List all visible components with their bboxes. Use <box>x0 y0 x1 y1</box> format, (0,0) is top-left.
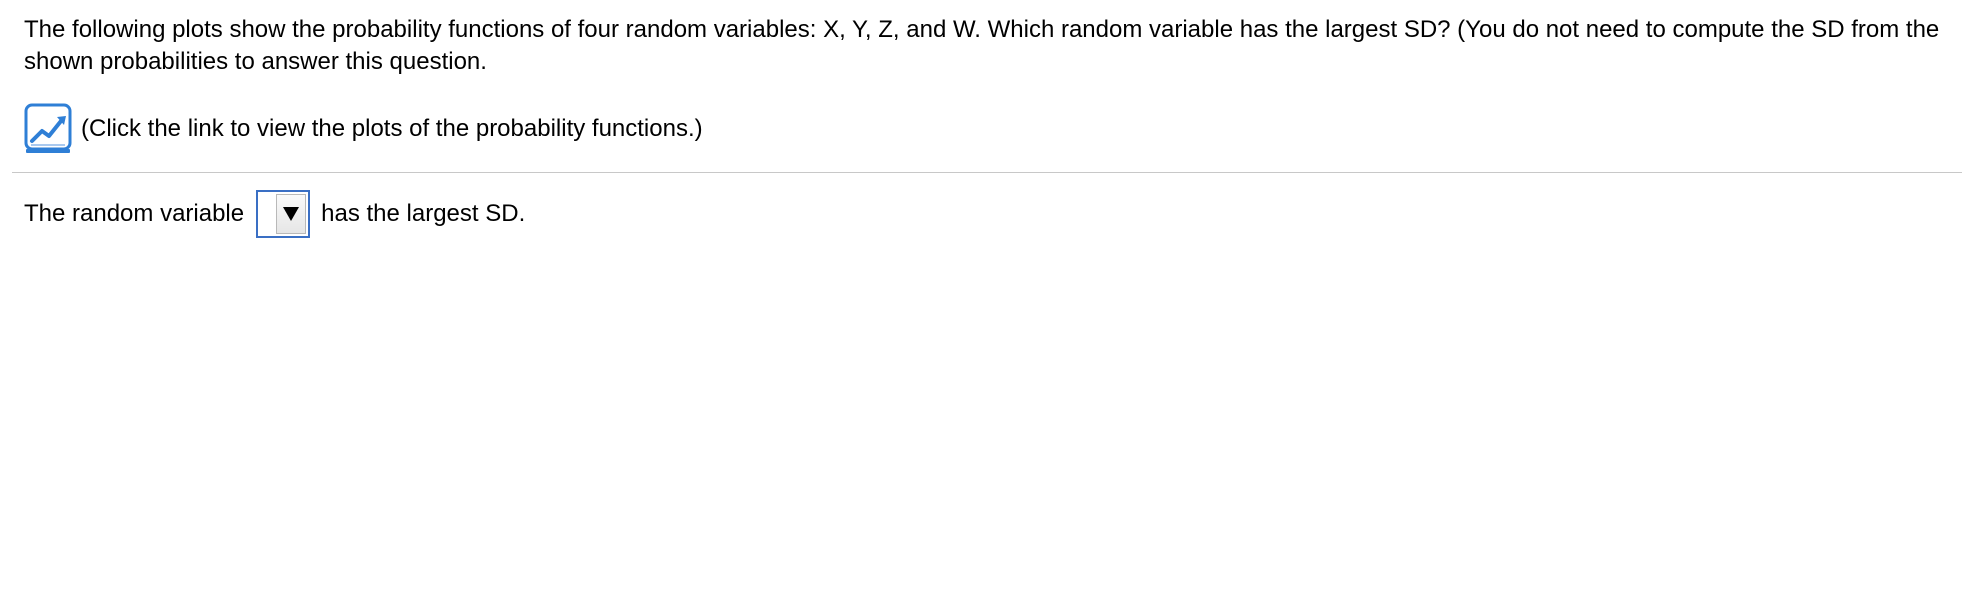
answer-row: The random variable has the largest SD. <box>24 188 525 240</box>
divider <box>12 172 1962 173</box>
caret-down-icon <box>283 207 300 221</box>
chart-link[interactable]: (Click the link to view the plots of the… <box>24 102 703 156</box>
answer-prefix: The random variable <box>24 200 245 227</box>
dropdown-arrow-button[interactable] <box>276 194 307 234</box>
question-text: The following plots show the probability… <box>24 16 1940 75</box>
chart-link-text[interactable]: (Click the link to view the plots of the… <box>81 113 703 145</box>
chart-link-icon[interactable] <box>24 103 72 155</box>
variable-select[interactable] <box>256 190 311 238</box>
answer-suffix: has the largest SD. <box>321 200 526 227</box>
